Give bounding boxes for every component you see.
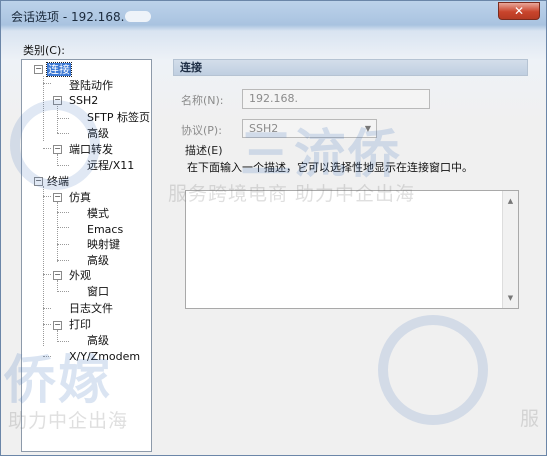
description-textarea[interactable]: ▲ ▼: [185, 190, 519, 309]
description-scrollbar[interactable]: ▲ ▼: [502, 191, 518, 308]
protocol-select[interactable]: SSH2 ▼: [242, 119, 377, 138]
description-label: 描述(E): [185, 144, 223, 157]
chevron-down-icon: ▼: [364, 124, 371, 133]
tree-item-xyzmodem[interactable]: X/Y/Zmodem: [69, 350, 140, 363]
description-hint: 在下面输入一个描述，它可以选择性地显示在连接窗口中。: [187, 161, 473, 174]
name-field[interactable]: 192.168.: [242, 89, 430, 109]
tree-item-login-actions[interactable]: 登陆动作: [69, 79, 113, 92]
tree-item-emulation-advanced[interactable]: 高级: [87, 254, 109, 267]
panel-header: 连接: [173, 59, 528, 76]
tree-item-connection[interactable]: 连接: [46, 62, 72, 77]
watermark-logo-2: [378, 315, 488, 425]
tree-item-log-file[interactable]: 日志文件: [69, 302, 113, 315]
scroll-down-icon[interactable]: ▼: [503, 294, 518, 302]
window-title: 会话选项 - 192.168.: [11, 8, 152, 25]
name-label: 名称(N):: [181, 94, 224, 107]
collapse-appearance-icon[interactable]: −: [53, 271, 62, 280]
tree-item-printing[interactable]: 打印: [69, 318, 91, 331]
tree-item-modes[interactable]: 模式: [87, 207, 109, 220]
scroll-up-icon[interactable]: ▲: [503, 197, 518, 205]
category-label: 类别(C):: [23, 44, 65, 57]
collapse-printing-icon[interactable]: −: [53, 321, 62, 330]
tree-item-appearance[interactable]: 外观: [69, 269, 91, 282]
title-bar: 会话选项 - 192.168. ✕: [1, 1, 546, 29]
collapse-connection-icon[interactable]: −: [34, 65, 43, 74]
watermark-logo: [10, 100, 100, 190]
tree-item-window[interactable]: 窗口: [87, 285, 109, 298]
tree-item-emulation[interactable]: 仿真: [69, 191, 91, 204]
tree-item-mapped-keys[interactable]: 映射键: [87, 238, 120, 251]
protocol-label: 协议(P):: [181, 124, 222, 137]
tree-item-emacs[interactable]: Emacs: [87, 223, 123, 236]
tree-item-printing-advanced[interactable]: 高级: [87, 334, 109, 347]
close-button[interactable]: ✕: [498, 2, 540, 20]
collapse-emulation-icon[interactable]: −: [53, 193, 62, 202]
tree-item-sftp-tab[interactable]: SFTP 标签页: [87, 111, 150, 124]
